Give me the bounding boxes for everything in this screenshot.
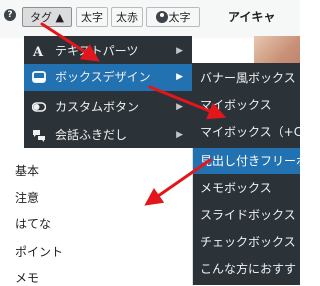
- annotation-arrows: [40, 22, 227, 206]
- red-arrow-icon: [144, 158, 212, 206]
- red-arrow-icon: [148, 85, 227, 120]
- red-arrow-icon: [40, 22, 100, 62]
